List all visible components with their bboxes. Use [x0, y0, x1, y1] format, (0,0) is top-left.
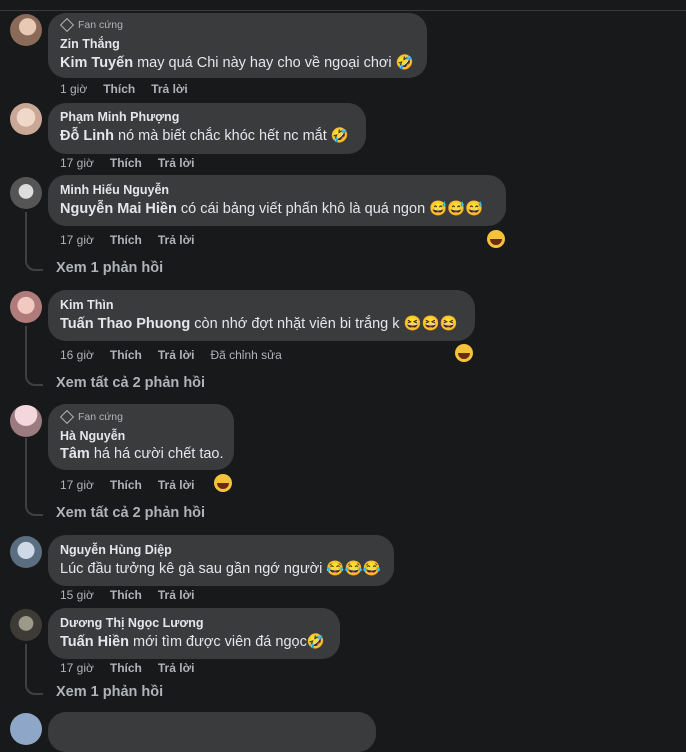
reaction-emoji-icon[interactable]	[455, 344, 473, 362]
comment-actions: 17 giờ Thích Trả lời	[60, 233, 194, 247]
like-button[interactable]: Thích	[110, 478, 142, 492]
comment-bubble: Kim Thìn Tuấn Thao Phuong còn nhớ đợt nh…	[48, 290, 475, 341]
avatar[interactable]	[10, 177, 42, 209]
reply-button[interactable]: Trả lời	[158, 156, 195, 170]
thread-elbow	[25, 259, 43, 271]
avatar[interactable]	[10, 609, 42, 641]
emoji-icon: 😅😅😅	[429, 201, 484, 217]
emoji-icon: 🤣	[330, 128, 349, 144]
diamond-icon	[59, 409, 75, 425]
comment-actions: 15 giờ Thích Trả lời	[60, 588, 194, 602]
thread-line	[25, 644, 27, 684]
fan-badge: Fan cứng	[59, 409, 123, 425]
view-replies-link[interactable]: Xem tất cả 2 phản hồi	[56, 505, 205, 521]
emoji-icon: 🤣	[306, 634, 325, 650]
comment-author[interactable]: Kim Thìn	[60, 298, 113, 312]
comment-text: Lúc đầu tưởng kê gà sau gần ngớ người 😂😂…	[60, 561, 381, 577]
comment-time[interactable]: 17 giờ	[60, 156, 94, 170]
comment-text: Tuấn Thao Phuong còn nhớ đợt nhặt viên b…	[60, 316, 458, 332]
view-replies-link[interactable]: Xem tất cả 2 phản hồi	[56, 375, 205, 391]
thread-line	[25, 438, 27, 504]
comment-time[interactable]: 17 giờ	[60, 661, 94, 675]
reply-button[interactable]: Trả lời	[158, 348, 195, 362]
like-button[interactable]: Thích	[110, 588, 142, 602]
mention[interactable]: Kim Tuyến	[60, 55, 133, 71]
reply-button[interactable]: Trả lời	[158, 233, 195, 247]
comment-text: Đỗ Linh nó mà biết chắc khóc hết nc mắt …	[60, 128, 349, 144]
comment-author[interactable]: Nguyễn Hùng Diệp	[60, 543, 172, 557]
comment-author[interactable]: Dương Thị Ngọc Lương	[60, 616, 204, 630]
comment-text: Kim Tuyến may quá Chi này hay cho về ngo…	[60, 55, 414, 71]
comment-bubble	[48, 712, 376, 752]
emoji-icon: 😂😂😂	[326, 561, 381, 577]
comment-time[interactable]: 16 giờ	[60, 348, 94, 362]
like-button[interactable]: Thích	[110, 233, 142, 247]
comment-actions: 17 giờ Thích Trả lời	[60, 478, 194, 492]
reply-button[interactable]: Trả lời	[151, 82, 188, 96]
reply-button[interactable]: Trả lời	[158, 588, 195, 602]
thread-line	[25, 326, 27, 374]
like-button[interactable]: Thích	[103, 82, 135, 96]
comment-text: Nguyễn Mai Hiền có cái bảng viết phấn kh…	[60, 201, 484, 217]
comment-text: Tuấn Hiền mới tìm được viên đá ngọc🤣	[60, 634, 325, 650]
reply-button[interactable]: Trả lời	[158, 661, 195, 675]
avatar[interactable]	[10, 103, 42, 135]
like-button[interactable]: Thích	[110, 348, 142, 362]
comment-author[interactable]: Phạm Minh Phượng	[60, 110, 179, 124]
mention[interactable]: Đỗ Linh	[60, 128, 114, 144]
reaction-emoji-icon[interactable]	[487, 230, 505, 248]
top-divider	[0, 10, 686, 11]
edited-label[interactable]: Đã chỉnh sửa	[210, 348, 281, 362]
comment-time[interactable]: 15 giờ	[60, 588, 94, 602]
fan-badge: Fan cứng	[59, 17, 123, 33]
comment-time[interactable]: 1 giờ	[60, 82, 87, 96]
mention[interactable]: Nguyễn Mai Hiền	[60, 201, 177, 217]
avatar[interactable]	[10, 536, 42, 568]
view-replies-link[interactable]: Xem 1 phản hồi	[56, 684, 163, 700]
view-replies-link[interactable]: Xem 1 phản hồi	[56, 260, 163, 276]
comment-bubble: Fan cứng Zin Thắng Kim Tuyến may quá Chi…	[48, 13, 427, 78]
emoji-icon: 🤣	[395, 55, 414, 71]
comment-actions: 17 giờ Thích Trả lời	[60, 156, 194, 170]
comment-author[interactable]: Zin Thắng	[60, 37, 120, 51]
thread-elbow	[25, 683, 43, 695]
comment-bubble: Phạm Minh Phượng Đỗ Linh nó mà biết chắc…	[48, 103, 366, 154]
comment-bubble: Fan cứng Hà Nguyễn Tâm há há cười chết t…	[48, 404, 234, 470]
thread-elbow	[25, 504, 43, 516]
thread-line	[25, 212, 27, 260]
like-button[interactable]: Thích	[110, 156, 142, 170]
comment-bubble: Minh Hiếu Nguyễn Nguyễn Mai Hiền có cái …	[48, 175, 506, 226]
reply-button[interactable]: Trả lời	[158, 478, 195, 492]
comment-time[interactable]: 17 giờ	[60, 478, 94, 492]
thread-elbow	[25, 374, 43, 386]
avatar[interactable]	[10, 713, 42, 745]
comment-bubble: Nguyễn Hùng Diệp Lúc đầu tưởng kê gà sau…	[48, 535, 394, 586]
mention[interactable]: Tâm	[60, 446, 90, 462]
avatar[interactable]	[10, 291, 42, 323]
comment-actions: 16 giờ Thích Trả lời Đã chỉnh sửa	[60, 348, 282, 362]
comment-time[interactable]: 17 giờ	[60, 233, 94, 247]
comment-bubble: Dương Thị Ngọc Lương Tuấn Hiền mới tìm đ…	[48, 608, 340, 659]
comment-actions: 1 giờ Thích Trả lời	[60, 82, 188, 96]
mention[interactable]: Tuấn Thao Phuong	[60, 316, 190, 332]
diamond-icon	[59, 17, 75, 33]
comment-text: Tâm há há cười chết tao.	[60, 446, 224, 462]
avatar[interactable]	[10, 405, 42, 437]
comment-author[interactable]: Minh Hiếu Nguyễn	[60, 183, 169, 197]
avatar[interactable]	[10, 14, 42, 46]
mention[interactable]: Tuấn Hiền	[60, 634, 129, 650]
comment-actions: 17 giờ Thích Trả lời	[60, 661, 194, 675]
like-button[interactable]: Thích	[110, 661, 142, 675]
emoji-icon: 😆😆😆	[403, 316, 458, 332]
reaction-emoji-icon[interactable]	[214, 474, 232, 492]
comment-author[interactable]: Hà Nguyễn	[60, 429, 125, 443]
